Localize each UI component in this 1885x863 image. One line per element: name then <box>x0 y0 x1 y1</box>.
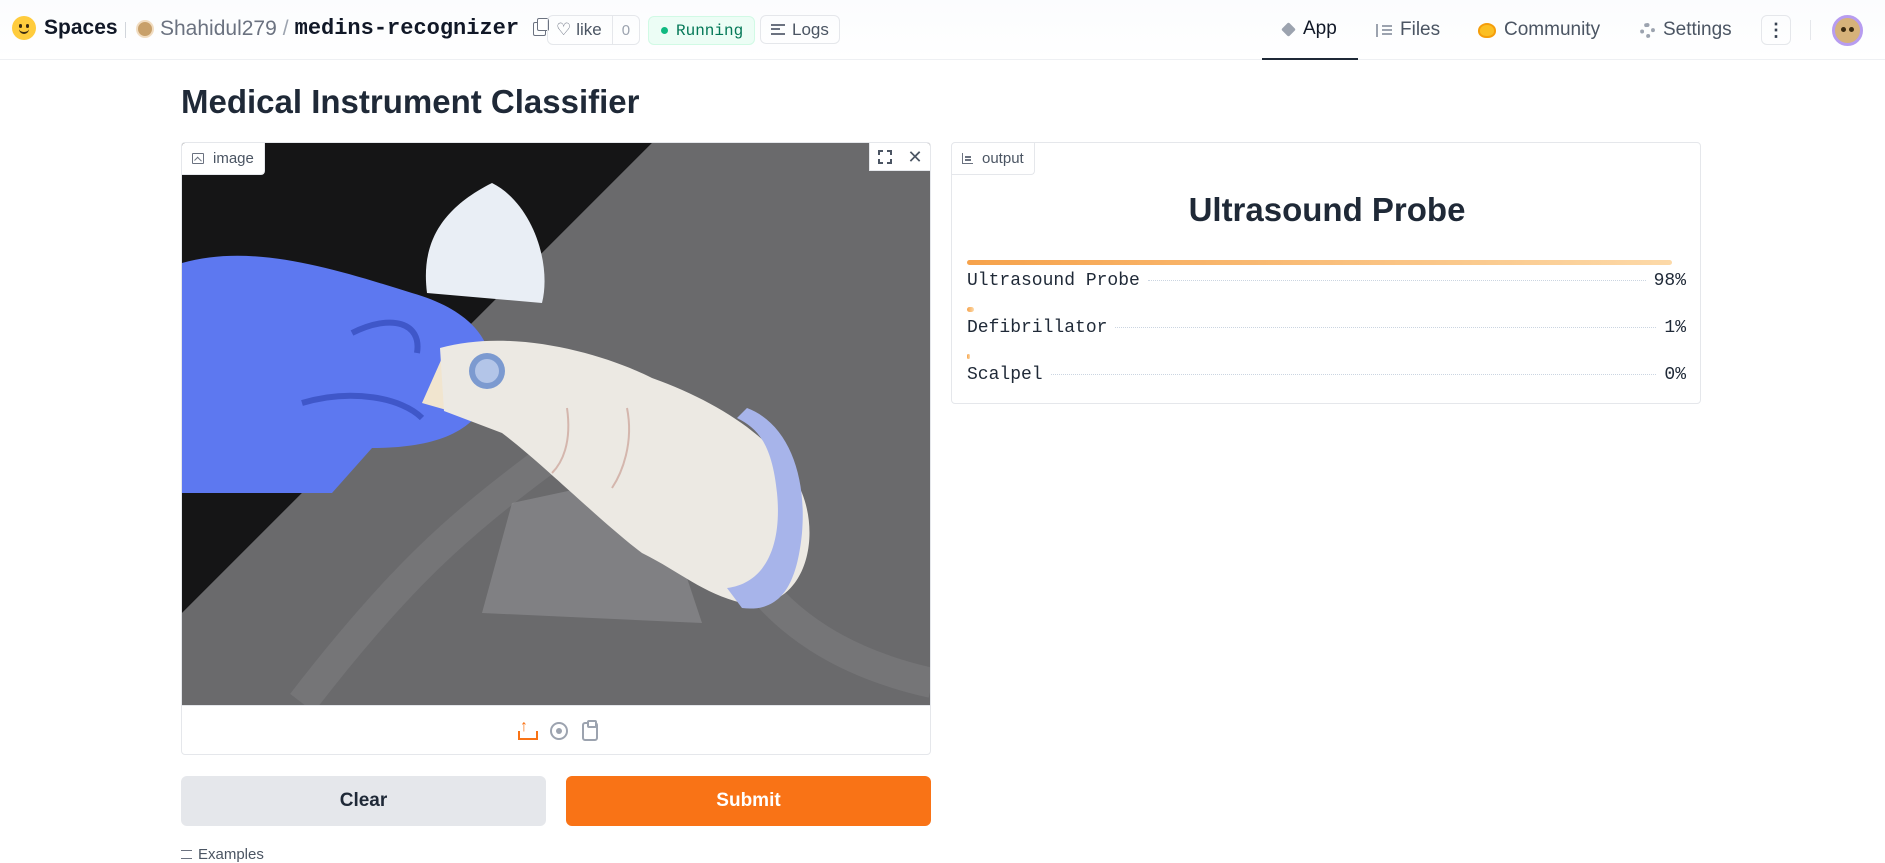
app-cube-icon <box>1281 21 1296 37</box>
confidence-percent: 1% <box>1664 318 1686 338</box>
status-dot-icon <box>661 27 668 34</box>
like-button[interactable]: ♡ like 0 <box>547 15 641 45</box>
nav-divider <box>1810 20 1811 40</box>
page-title: Medical Instrument Classifier <box>181 83 640 120</box>
examples-list-icon <box>181 850 192 859</box>
breadcrumb-separator: / <box>282 16 289 40</box>
submit-button[interactable]: Submit <box>566 776 931 826</box>
upload-icon[interactable] <box>516 718 538 741</box>
spaces-brand-label: Spaces <box>44 16 118 39</box>
dotted-leader <box>1115 327 1657 328</box>
confidence-percent: 0% <box>1664 365 1686 385</box>
repo-name-link[interactable]: medins-recognizer <box>295 16 519 41</box>
repo-owner-link[interactable]: Shahidul279 <box>160 17 277 41</box>
confidence-percent: 98% <box>1653 271 1686 291</box>
gear-icon <box>1640 22 1655 38</box>
tab-app-label: App <box>1303 18 1337 39</box>
top-navigation-bar: Spaces Shahidul279 / medins-recognizer ♡… <box>0 0 1885 60</box>
clear-button[interactable]: Clear <box>181 776 546 826</box>
chart-icon <box>962 153 973 164</box>
confidence-row-defibrillator: Defibrillator 1% <box>967 307 1686 338</box>
brand-divider <box>125 22 126 38</box>
more-options-button[interactable]: ⋮ <box>1761 15 1791 45</box>
logs-button[interactable]: Logs <box>760 15 840 44</box>
dotted-leader <box>1147 280 1646 281</box>
tab-settings[interactable]: Settings <box>1640 0 1732 60</box>
output-label-text: output <box>982 150 1024 167</box>
image-input-panel: image ✕ <box>181 142 931 755</box>
uploaded-image[interactable] <box>182 143 930 705</box>
tab-community[interactable]: Community <box>1478 0 1600 60</box>
copy-icon[interactable] <box>533 17 550 36</box>
repository-breadcrumb: Shahidul279 / medins-recognizer <box>136 16 550 41</box>
like-main[interactable]: ♡ like <box>548 16 613 44</box>
dotted-leader <box>1050 374 1657 375</box>
examples-label-text: Examples <box>198 846 264 863</box>
tab-files[interactable]: Files <box>1376 0 1440 60</box>
spaces-home-link[interactable]: Spaces <box>12 16 118 40</box>
clipboard-icon[interactable] <box>582 719 598 741</box>
like-count[interactable]: 0 <box>613 22 639 39</box>
status-label: Running <box>676 21 744 40</box>
tab-community-label: Community <box>1504 19 1601 40</box>
logs-label: Logs <box>792 19 829 39</box>
tab-app[interactable]: App <box>1262 0 1358 60</box>
examples-section-label[interactable]: Examples <box>181 846 264 863</box>
image-label-text: image <box>213 150 254 167</box>
confidence-bar <box>967 354 970 359</box>
community-icon <box>1478 22 1496 38</box>
tab-settings-label: Settings <box>1663 19 1732 40</box>
image-input-label: image <box>182 143 265 175</box>
image-icon <box>192 153 204 164</box>
predicted-label: Ultrasound Probe <box>1188 191 1466 228</box>
confidence-row-ultrasound-probe: Ultrasound Probe 98% <box>967 260 1686 291</box>
remove-image-button[interactable]: ✕ <box>900 143 930 171</box>
owner-avatar <box>136 19 154 38</box>
image-toolbar: ✕ <box>869 143 930 171</box>
close-icon: ✕ <box>907 146 923 167</box>
output-label: output <box>952 143 1035 175</box>
like-label: like <box>576 20 602 39</box>
hugging-face-logo-icon <box>12 16 36 40</box>
heart-icon: ♡ <box>556 20 572 39</box>
logs-icon <box>771 24 785 35</box>
files-icon <box>1376 23 1392 37</box>
confidence-row-scalpel: Scalpel 0% <box>967 354 1686 385</box>
fullscreen-button[interactable] <box>870 143 900 171</box>
tab-files-label: Files <box>1400 19 1441 40</box>
confidence-label: Defibrillator <box>967 318 1108 338</box>
confidence-bar <box>967 260 1672 265</box>
expand-icon <box>877 149 895 167</box>
image-source-selector <box>182 705 930 754</box>
webcam-icon[interactable] <box>550 722 568 740</box>
confidence-bar <box>967 307 975 312</box>
running-status-badge[interactable]: Running <box>648 16 756 45</box>
confidence-label: Ultrasound Probe <box>967 271 1140 291</box>
output-panel: output Ultrasound Probe Ultrasound Probe… <box>951 142 1701 404</box>
user-avatar[interactable] <box>1832 15 1863 46</box>
confidence-label: Scalpel <box>967 365 1043 385</box>
